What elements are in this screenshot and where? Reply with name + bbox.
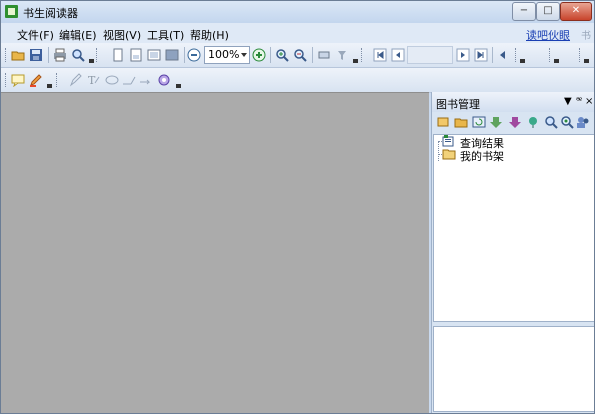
refresh-icon[interactable] xyxy=(472,115,486,129)
chevron-down-icon[interactable] xyxy=(554,59,559,63)
print-icon[interactable] xyxy=(53,48,67,62)
fit-width-icon[interactable] xyxy=(147,48,161,62)
select-tool-icon[interactable] xyxy=(317,48,331,62)
line-tool-icon[interactable] xyxy=(122,73,136,87)
zoom-value: 100% xyxy=(208,48,240,61)
fit-page-icon[interactable] xyxy=(129,48,143,62)
window-title: 书生阅读器 xyxy=(23,7,78,20)
folder-icon xyxy=(442,149,456,160)
close-button[interactable]: ✕ xyxy=(560,2,592,21)
magnify-out-icon[interactable] xyxy=(293,48,307,62)
tag-icon[interactable] xyxy=(526,115,540,129)
maximize-button[interactable]: □ xyxy=(536,2,560,21)
next-page-icon[interactable] xyxy=(456,48,470,62)
panel-close-button[interactable]: × xyxy=(585,96,593,107)
menu-help[interactable]: 帮助(H) xyxy=(190,27,229,43)
comment-icon[interactable] xyxy=(11,73,25,87)
ellipse-tool-icon[interactable] xyxy=(105,73,119,87)
settings-gear-icon[interactable] xyxy=(157,73,171,87)
menu-tools[interactable]: 工具(T) xyxy=(147,27,184,43)
zoom-select[interactable]: 100% xyxy=(204,46,250,64)
toolbar-grip[interactable] xyxy=(549,48,552,62)
app-window: 书生阅读器 − □ ✕ 文件(F) 编辑(E) 视图(V) 工具(T) 帮助(H… xyxy=(0,0,595,414)
menu-extra[interactable]: 书 xyxy=(581,27,591,42)
toolbar-separator xyxy=(48,47,49,63)
svg-text:T: T xyxy=(88,74,96,87)
import-icon[interactable] xyxy=(490,115,504,129)
chevron-down-icon[interactable] xyxy=(89,59,94,63)
tree-node-label: 我的书架 xyxy=(460,150,504,163)
panel-menu-button[interactable]: ▼ xyxy=(564,96,572,107)
new-book-icon[interactable] xyxy=(436,115,450,129)
toolbar-grip[interactable] xyxy=(96,48,99,62)
toolbar-grip[interactable] xyxy=(5,73,8,87)
export-icon[interactable] xyxy=(508,115,522,129)
arrow-tool-icon[interactable] xyxy=(139,73,153,87)
chevron-down-icon[interactable] xyxy=(176,84,181,88)
back-icon[interactable] xyxy=(496,48,510,62)
advanced-search-icon[interactable] xyxy=(560,115,574,129)
toolbar-grip[interactable] xyxy=(579,48,582,62)
toolbar-grip[interactable] xyxy=(56,73,59,87)
previous-page-icon[interactable] xyxy=(391,48,405,62)
first-page-icon[interactable] xyxy=(373,48,387,62)
highlight-tool-icon[interactable] xyxy=(29,73,43,87)
document-view-area[interactable] xyxy=(1,92,429,413)
last-page-icon[interactable] xyxy=(474,48,488,62)
book-tree: 查询结果 我的书架 xyxy=(433,134,594,322)
title-bar[interactable]: 书生阅读器 − □ ✕ xyxy=(1,1,594,23)
full-screen-icon[interactable] xyxy=(165,48,179,62)
zoom-in-icon[interactable] xyxy=(252,48,266,62)
toolbar-grip[interactable] xyxy=(361,48,364,62)
search-icon[interactable] xyxy=(544,115,558,129)
filter-icon[interactable] xyxy=(335,48,349,62)
toolbar-separator xyxy=(492,47,493,63)
text-tool-icon[interactable]: T xyxy=(87,73,101,87)
book-details-area xyxy=(433,326,594,412)
menu-edit[interactable]: 编辑(E) xyxy=(59,27,97,43)
chevron-down-icon[interactable] xyxy=(584,59,589,63)
panel-title: 图书管理 xyxy=(436,98,480,111)
book-management-panel: 图书管理 ▼ ᵆ × 查询结果 我的书架 xyxy=(431,92,594,413)
toolbar-separator xyxy=(270,47,271,63)
minimize-button[interactable]: − xyxy=(512,2,536,21)
search-icon[interactable] xyxy=(71,48,85,62)
menu-view[interactable]: 视图(V) xyxy=(103,27,141,43)
zoom-out-icon[interactable] xyxy=(187,48,201,62)
annotation-toolbar: T xyxy=(1,68,594,93)
toolbar-grip[interactable] xyxy=(5,48,8,62)
tree-line xyxy=(438,141,439,161)
search-results-icon xyxy=(442,135,454,147)
chevron-down-icon[interactable] xyxy=(47,84,52,88)
chevron-down-icon xyxy=(241,53,247,57)
users-icon[interactable] xyxy=(576,115,590,129)
chevron-down-icon[interactable] xyxy=(520,59,525,63)
save-icon[interactable] xyxy=(29,48,43,62)
panel-pin-button[interactable]: ᵆ xyxy=(576,96,582,107)
main-toolbar: 100% xyxy=(1,43,594,68)
open-folder-icon[interactable] xyxy=(11,48,25,62)
toolbar-separator xyxy=(312,47,313,63)
menu-bar: 文件(F) 编辑(E) 视图(V) 工具(T) 帮助(H) 读吧伙眼 书 xyxy=(1,23,594,43)
toolbar-grip[interactable] xyxy=(515,48,518,62)
pen-icon[interactable] xyxy=(69,73,83,87)
reading-link[interactable]: 读吧伙眼 xyxy=(526,27,570,43)
panel-header: 图书管理 ▼ ᵆ × xyxy=(432,92,594,112)
menu-file[interactable]: 文件(F) xyxy=(17,27,54,43)
chevron-down-icon[interactable] xyxy=(353,59,358,63)
app-logo-icon xyxy=(5,5,18,18)
toolbar-separator xyxy=(184,47,185,63)
single-page-icon[interactable] xyxy=(111,48,125,62)
page-number-field[interactable] xyxy=(407,46,453,64)
panel-toolbar xyxy=(432,113,594,133)
open-folder-icon[interactable] xyxy=(454,115,468,129)
magnify-in-icon[interactable] xyxy=(275,48,289,62)
